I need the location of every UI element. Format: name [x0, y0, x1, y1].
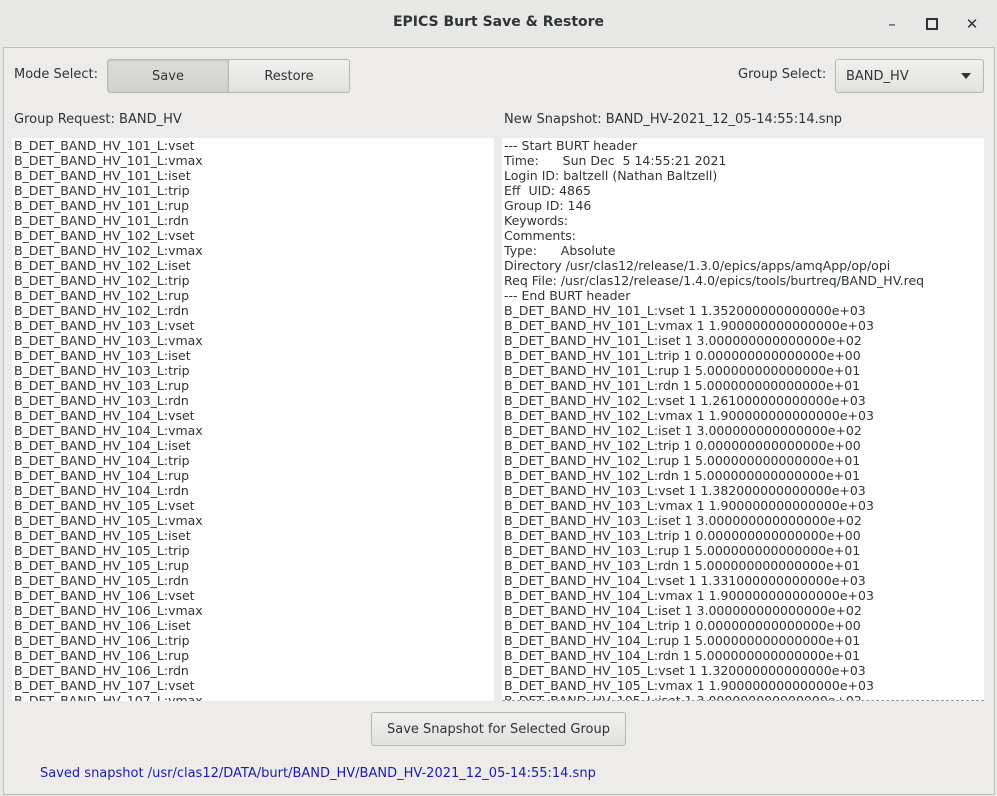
text-line: Req File: /usr/clas12/release/1.4.0/epic…	[504, 273, 925, 288]
text-line: B_DET_BAND_HV_103_L:vmax 1 1.90000000000…	[504, 498, 874, 513]
text-line: B_DET_BAND_HV_103_L:trip	[14, 363, 190, 378]
text-line: B_DET_BAND_HV_101_L:vmax	[14, 153, 203, 168]
save-snapshot-button[interactable]: Save Snapshot for Selected Group	[371, 712, 626, 746]
chevron-down-icon	[961, 73, 971, 79]
group-select-label: Group Select:	[738, 67, 827, 82]
text-line: B_DET_BAND_HV_102_L:iset 1 3.00000000000…	[504, 423, 862, 438]
close-button[interactable]: ✕	[959, 11, 985, 37]
text-line: B_DET_BAND_HV_106_L:rup	[14, 648, 190, 663]
text-line: B_DET_BAND_HV_103_L:vset 1 1.38200000000…	[504, 483, 866, 498]
text-line: B_DET_BAND_HV_105_L:vset 1 1.32000000000…	[504, 663, 866, 678]
text-line: B_DET_BAND_HV_106_L:vset	[14, 588, 195, 603]
restore-mode-button[interactable]: Restore	[229, 59, 350, 93]
text-line: --- Start BURT header	[504, 138, 638, 153]
text-line: B_DET_BAND_HV_103_L:trip 1 0.00000000000…	[504, 528, 861, 543]
title-bar[interactable]: EPICS Burt Save & Restore – ✕	[0, 0, 997, 47]
text-line: B_DET_BAND_HV_101_L:iset	[14, 168, 191, 183]
text-line: Login ID: baltzell (Nathan Baltzell)	[504, 168, 718, 183]
text-line: B_DET_BAND_HV_104_L:rdn	[14, 483, 189, 498]
text-line: B_DET_BAND_HV_101_L:trip 1 0.00000000000…	[504, 348, 861, 363]
text-line: B_DET_BAND_HV_106_L:trip	[14, 633, 190, 648]
window-title: EPICS Burt Save & Restore	[392, 14, 605, 30]
text-line: Comments:	[504, 228, 576, 243]
text-line: B_DET_BAND_HV_105_L:vmax 1 1.90000000000…	[504, 678, 874, 693]
text-line: B_DET_BAND_HV_102_L:iset	[14, 258, 191, 273]
text-line: B_DET_BAND_HV_104_L:rup	[14, 468, 190, 483]
maximize-button[interactable]	[919, 11, 945, 37]
snapshot-text-view[interactable]: --- Start BURT header Time: Sun Dec 5 14:…	[502, 138, 984, 701]
status-message: Saved snapshot /usr/clas12/DATA/burt/BAN…	[40, 766, 596, 781]
text-line: B_DET_BAND_HV_101_L:rdn	[14, 213, 189, 228]
text-line: B_DET_BAND_HV_104_L:iset	[14, 438, 191, 453]
text-line: B_DET_BAND_HV_105_L:iset	[14, 528, 191, 543]
text-line: B_DET_BAND_HV_106_L:vmax	[14, 603, 203, 618]
text-line: B_DET_BAND_HV_104_L:iset 1 3.00000000000…	[504, 603, 862, 618]
text-line: Directory /usr/clas12/release/1.3.0/epic…	[504, 258, 891, 273]
text-line: B_DET_BAND_HV_101_L:trip	[14, 183, 190, 198]
text-line: Type: Absolute	[504, 243, 616, 258]
text-line: Time: Sun Dec 5 14:55:21 2021	[504, 153, 727, 168]
text-line: --- End BURT header	[504, 288, 631, 303]
maximize-icon	[926, 18, 938, 30]
text-line: Group ID: 146	[504, 198, 592, 213]
text-line: B_DET_BAND_HV_105_L:trip	[14, 543, 190, 558]
group-select-value: BAND_HV	[846, 68, 909, 84]
text-line: B_DET_BAND_HV_104_L:vmax	[14, 423, 203, 438]
text-line: B_DET_BAND_HV_103_L:vset	[14, 318, 195, 333]
text-line: B_DET_BAND_HV_101_L:iset 1 3.00000000000…	[504, 333, 862, 348]
text-line: B_DET_BAND_HV_103_L:rup 1 5.000000000000…	[504, 543, 861, 558]
text-line: B_DET_BAND_HV_103_L:vmax	[14, 333, 203, 348]
group-request-list[interactable]: B_DET_BAND_HV_101_L:vset B_DET_BAND_HV_10…	[12, 138, 494, 701]
text-line: B_DET_BAND_HV_101_L:vmax 1 1.90000000000…	[504, 318, 874, 333]
text-line: B_DET_BAND_HV_101_L:rup 1 5.000000000000…	[504, 363, 861, 378]
text-line: B_DET_BAND_HV_101_L:rdn 1 5.000000000000…	[504, 378, 861, 393]
text-line: B_DET_BAND_HV_105_L:rdn	[14, 573, 189, 588]
text-line: B_DET_BAND_HV_106_L:rdn	[14, 663, 189, 678]
text-line: B_DET_BAND_HV_102_L:rdn 1 5.000000000000…	[504, 468, 861, 483]
text-line: B_DET_BAND_HV_104_L:trip 1 0.00000000000…	[504, 618, 861, 633]
text-line: B_DET_BAND_HV_107_L:vmax	[14, 693, 203, 701]
text-line: B_DET_BAND_HV_102_L:vset	[14, 228, 195, 243]
text-line: B_DET_BAND_HV_102_L:rup 1 5.000000000000…	[504, 453, 861, 468]
text-line: B_DET_BAND_HV_102_L:rup	[14, 288, 190, 303]
text-line: B_DET_BAND_HV_105_L:rup	[14, 558, 190, 573]
mode-select-label: Mode Select:	[14, 67, 99, 82]
text-line: B_DET_BAND_HV_105_L:vmax	[14, 513, 203, 528]
minimize-button[interactable]: –	[879, 11, 905, 37]
text-line: B_DET_BAND_HV_105_L:vset	[14, 498, 195, 513]
close-icon: ✕	[965, 15, 979, 33]
text-line: B_DET_BAND_HV_102_L:vmax 1 1.90000000000…	[504, 408, 874, 423]
text-line: B_DET_BAND_HV_104_L:vset 1 1.33100000000…	[504, 573, 866, 588]
text-line: B_DET_BAND_HV_101_L:rup	[14, 198, 190, 213]
text-line: Keywords:	[504, 213, 569, 228]
text-line: B_DET_BAND_HV_103_L:rup	[14, 378, 190, 393]
text-line: B_DET_BAND_HV_104_L:vmax 1 1.90000000000…	[504, 588, 874, 603]
new-snapshot-label: New Snapshot: BAND_HV-2021_12_05-14:55:1…	[504, 112, 843, 127]
text-line: B_DET_BAND_HV_104_L:vset	[14, 408, 195, 423]
text-line: B_DET_BAND_HV_104_L:rdn 1 5.000000000000…	[504, 648, 861, 663]
text-line: B_DET_BAND_HV_104_L:rup 1 5.000000000000…	[504, 633, 861, 648]
minimize-icon: –	[888, 15, 896, 33]
text-line: B_DET_BAND_HV_104_L:trip	[14, 453, 190, 468]
text-line: B_DET_BAND_HV_102_L:trip	[14, 273, 190, 288]
text-line: B_DET_BAND_HV_101_L:vset	[14, 138, 195, 153]
group-request-label: Group Request: BAND_HV	[14, 112, 182, 127]
text-line: B_DET_BAND_HV_103_L:iset	[14, 348, 191, 363]
text-line: B_DET_BAND_HV_103_L:rdn	[14, 393, 189, 408]
text-line: B_DET_BAND_HV_101_L:vset 1 1.35200000000…	[504, 303, 866, 318]
text-line: B_DET_BAND_HV_102_L:vmax	[14, 243, 203, 258]
text-line: B_DET_BAND_HV_105_L:iset 1 3.00000000000…	[504, 693, 862, 701]
text-line: Eff UID: 4865	[504, 183, 591, 198]
save-mode-button[interactable]: Save	[107, 59, 229, 93]
text-line: B_DET_BAND_HV_103_L:iset 1 3.00000000000…	[504, 513, 862, 528]
text-line: B_DET_BAND_HV_102_L:trip 1 0.00000000000…	[504, 438, 861, 453]
text-line: B_DET_BAND_HV_102_L:vset 1 1.26100000000…	[504, 393, 866, 408]
text-line: B_DET_BAND_HV_107_L:vset	[14, 678, 195, 693]
text-line: B_DET_BAND_HV_106_L:iset	[14, 618, 191, 633]
text-line: B_DET_BAND_HV_103_L:rdn 1 5.000000000000…	[504, 558, 861, 573]
group-select-dropdown[interactable]: BAND_HV	[835, 59, 984, 93]
text-line: B_DET_BAND_HV_102_L:rdn	[14, 303, 189, 318]
